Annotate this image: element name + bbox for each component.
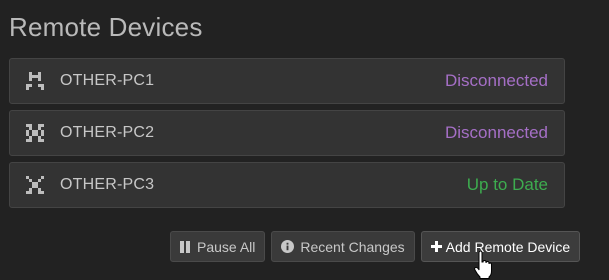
device-row-other-pc3[interactable]: OTHER-PC3 Up to Date xyxy=(9,162,565,208)
device-name: OTHER-PC3 xyxy=(60,176,155,193)
pause-all-button[interactable]: Pause All xyxy=(170,231,266,262)
recent-changes-button[interactable]: Recent Changes xyxy=(271,231,415,262)
device-identicon-icon xyxy=(24,174,46,196)
add-remote-device-button[interactable]: Add Remote Device xyxy=(420,231,581,262)
remote-device-list: OTHER-PC1 Disconnected OTHER-PC2 Disconn… xyxy=(9,58,565,214)
device-status: Disconnected xyxy=(444,71,548,90)
device-name: OTHER-PC2 xyxy=(60,124,155,141)
recent-changes-label: Recent Changes xyxy=(300,238,405,255)
device-row-other-pc1[interactable]: OTHER-PC1 Disconnected xyxy=(9,58,565,104)
hand-pointer-cursor-icon xyxy=(474,251,492,279)
add-remote-device-label: Add Remote Device xyxy=(445,238,571,255)
device-status: Disconnected xyxy=(444,123,548,142)
device-row-other-pc2[interactable]: OTHER-PC2 Disconnected xyxy=(9,110,565,156)
device-status: Up to Date xyxy=(466,175,548,194)
device-identicon-icon xyxy=(24,122,46,144)
page-title: Remote Devices xyxy=(9,12,203,42)
pause-all-label: Pause All xyxy=(197,238,256,255)
info-icon xyxy=(281,240,295,253)
pause-icon xyxy=(180,240,191,253)
device-actions: Pause All Recent Changes Add Remote Devi… xyxy=(170,231,581,262)
device-name: OTHER-PC1 xyxy=(60,72,155,89)
plus-icon xyxy=(430,241,442,252)
device-identicon-icon xyxy=(24,70,46,92)
